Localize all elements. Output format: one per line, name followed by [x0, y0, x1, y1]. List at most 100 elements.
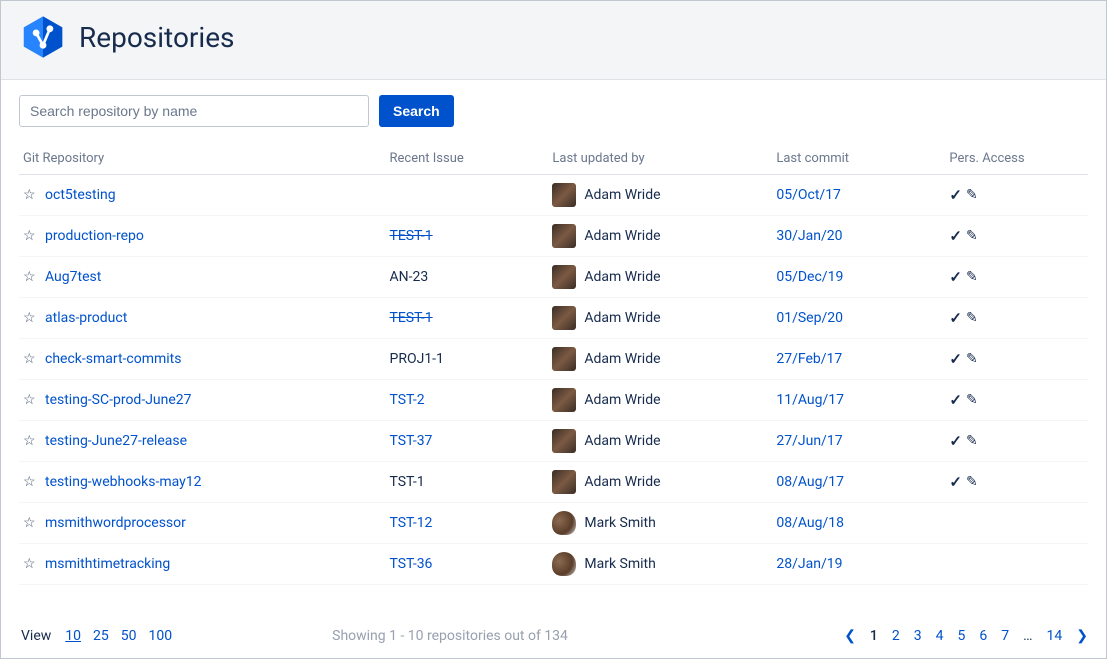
- pencil-icon[interactable]: ✎: [966, 228, 978, 244]
- star-icon[interactable]: ☆: [23, 516, 39, 530]
- avatar: [552, 552, 576, 576]
- table-row: ☆testing-webhooks-may12TST-1Adam Wride08…: [19, 462, 1088, 503]
- issue-link[interactable]: TST-2: [390, 392, 425, 408]
- star-icon[interactable]: ☆: [23, 188, 39, 202]
- repo-link[interactable]: production-repo: [45, 228, 144, 244]
- repo-link[interactable]: atlas-product: [45, 310, 127, 326]
- table-row: ☆ oct5testing Adam Wride 05/Oct/17 ✓✎: [19, 175, 1088, 216]
- issue-link[interactable]: TST-36: [390, 556, 433, 572]
- star-icon[interactable]: ☆: [23, 393, 39, 407]
- last-commit-link[interactable]: 11/Aug/17: [776, 392, 844, 408]
- pencil-icon[interactable]: ✎: [966, 474, 978, 490]
- page-size-option[interactable]: 50: [121, 628, 137, 644]
- repo-link[interactable]: msmithtimetracking: [45, 556, 170, 572]
- updated-by-name: Mark Smith: [584, 556, 655, 572]
- column-header-repo[interactable]: Git Repository: [19, 145, 386, 175]
- avatar: [552, 347, 576, 371]
- repo-link[interactable]: Aug7test: [45, 269, 101, 285]
- pencil-icon[interactable]: ✎: [966, 351, 978, 367]
- repo-link[interactable]: testing-SC-prod-June27: [45, 392, 192, 408]
- last-commit-link[interactable]: 30/Jan/20: [776, 228, 842, 244]
- star-icon[interactable]: ☆: [23, 434, 39, 448]
- avatar: [552, 388, 576, 412]
- page-size-option[interactable]: 100: [149, 628, 173, 644]
- repo-link[interactable]: testing-June27-release: [45, 433, 187, 449]
- avatar: [552, 306, 576, 330]
- updated-by-name: Adam Wride: [584, 228, 660, 244]
- git-logo-icon: [21, 15, 65, 59]
- last-commit-link[interactable]: 05/Oct/17: [776, 187, 841, 203]
- avatar: [552, 265, 576, 289]
- avatar: [552, 183, 576, 207]
- star-icon[interactable]: ☆: [23, 352, 39, 366]
- repo-link[interactable]: testing-webhooks-may12: [45, 474, 202, 490]
- column-header-access[interactable]: Pers. Access: [945, 145, 1088, 175]
- column-header-commit[interactable]: Last commit: [772, 145, 945, 175]
- page-size-option[interactable]: 10: [65, 628, 81, 644]
- page-size-selector: 10 25 50 100: [65, 628, 172, 644]
- pagination-page[interactable]: 5: [958, 628, 966, 644]
- table-row: ☆check-smart-commitsPROJ1-1Adam Wride27/…: [19, 339, 1088, 380]
- showing-count: Showing 1 - 10 repositories out of 134: [332, 628, 568, 644]
- check-icon: ✓: [949, 350, 962, 368]
- column-header-issue[interactable]: Recent Issue: [386, 145, 549, 175]
- updated-by-name: Adam Wride: [584, 269, 660, 285]
- pagination-page[interactable]: 2: [892, 628, 900, 644]
- updated-by-name: Adam Wride: [584, 187, 660, 203]
- issue-link: AN-23: [390, 269, 429, 285]
- table-row: ☆atlas-productTEST-1Adam Wride01/Sep/20✓…: [19, 298, 1088, 339]
- page-title: Repositories: [79, 21, 235, 54]
- last-commit-link[interactable]: 27/Jun/17: [776, 433, 842, 449]
- search-input[interactable]: [19, 95, 369, 127]
- star-icon[interactable]: ☆: [23, 270, 39, 284]
- repo-link[interactable]: check-smart-commits: [45, 351, 182, 367]
- repository-table: Git Repository Recent Issue Last updated…: [19, 145, 1088, 585]
- last-commit-link[interactable]: 08/Aug/18: [776, 515, 844, 531]
- repo-link[interactable]: msmithwordprocessor: [45, 515, 186, 531]
- search-button[interactable]: Search: [379, 95, 454, 127]
- avatar: [552, 511, 576, 535]
- check-icon: ✓: [949, 186, 962, 204]
- table-row: ☆ testing-June27-release TST-37 Adam Wride 2…: [19, 421, 1088, 462]
- star-icon[interactable]: ☆: [23, 557, 39, 571]
- column-header-updated[interactable]: Last updated by: [548, 145, 772, 175]
- pagination-next-icon[interactable]: ❯: [1076, 628, 1088, 644]
- repo-link[interactable]: oct5testing: [45, 187, 116, 203]
- table-row: ☆Aug7testAN-23Adam Wride05/Dec/19✓✎: [19, 257, 1088, 298]
- page-size-option[interactable]: 25: [93, 628, 109, 644]
- last-commit-link[interactable]: 28/Jan/19: [776, 556, 842, 572]
- star-icon[interactable]: ☆: [23, 311, 39, 325]
- check-icon: ✓: [949, 309, 962, 327]
- last-commit-link[interactable]: 27/Feb/17: [776, 351, 842, 367]
- issue-link[interactable]: TEST-1: [390, 310, 433, 326]
- avatar: [552, 470, 576, 494]
- star-icon[interactable]: ☆: [23, 229, 39, 243]
- table-footer: View 102550100 Showing 1 - 10 repositori…: [19, 614, 1088, 658]
- check-icon: ✓: [949, 473, 962, 491]
- view-label: View: [21, 628, 51, 644]
- table-row: ☆ msmithwordprocessor TST-12 Mark Smith 08/A…: [19, 503, 1088, 544]
- pencil-icon[interactable]: ✎: [966, 269, 978, 285]
- pagination-page[interactable]: 3: [914, 628, 922, 644]
- pencil-icon[interactable]: ✎: [966, 187, 978, 203]
- issue-link[interactable]: TST-37: [390, 433, 433, 449]
- pencil-icon[interactable]: ✎: [966, 433, 978, 449]
- star-icon[interactable]: ☆: [23, 475, 39, 489]
- pagination-page[interactable]: 4: [936, 628, 944, 644]
- last-commit-link[interactable]: 05/Dec/19: [776, 269, 843, 285]
- pagination-page[interactable]: 14: [1047, 628, 1063, 644]
- pagination-prev-icon[interactable]: ❮: [844, 628, 856, 644]
- issue-link[interactable]: TST-12: [390, 515, 433, 531]
- pencil-icon[interactable]: ✎: [966, 310, 978, 326]
- app-window: Repositories Search Git Repository Recen…: [0, 0, 1107, 659]
- pencil-icon[interactable]: ✎: [966, 392, 978, 408]
- pagination-page[interactable]: 7: [1001, 628, 1009, 644]
- issue-link: PROJ1-1: [390, 351, 444, 367]
- updated-by-name: Adam Wride: [584, 433, 660, 449]
- last-commit-link[interactable]: 01/Sep/20: [776, 310, 843, 326]
- last-commit-link[interactable]: 08/Aug/17: [776, 474, 844, 490]
- pagination-page[interactable]: 6: [979, 628, 987, 644]
- avatar: [552, 429, 576, 453]
- updated-by-name: Mark Smith: [584, 515, 655, 531]
- issue-link[interactable]: TEST-1: [390, 228, 433, 244]
